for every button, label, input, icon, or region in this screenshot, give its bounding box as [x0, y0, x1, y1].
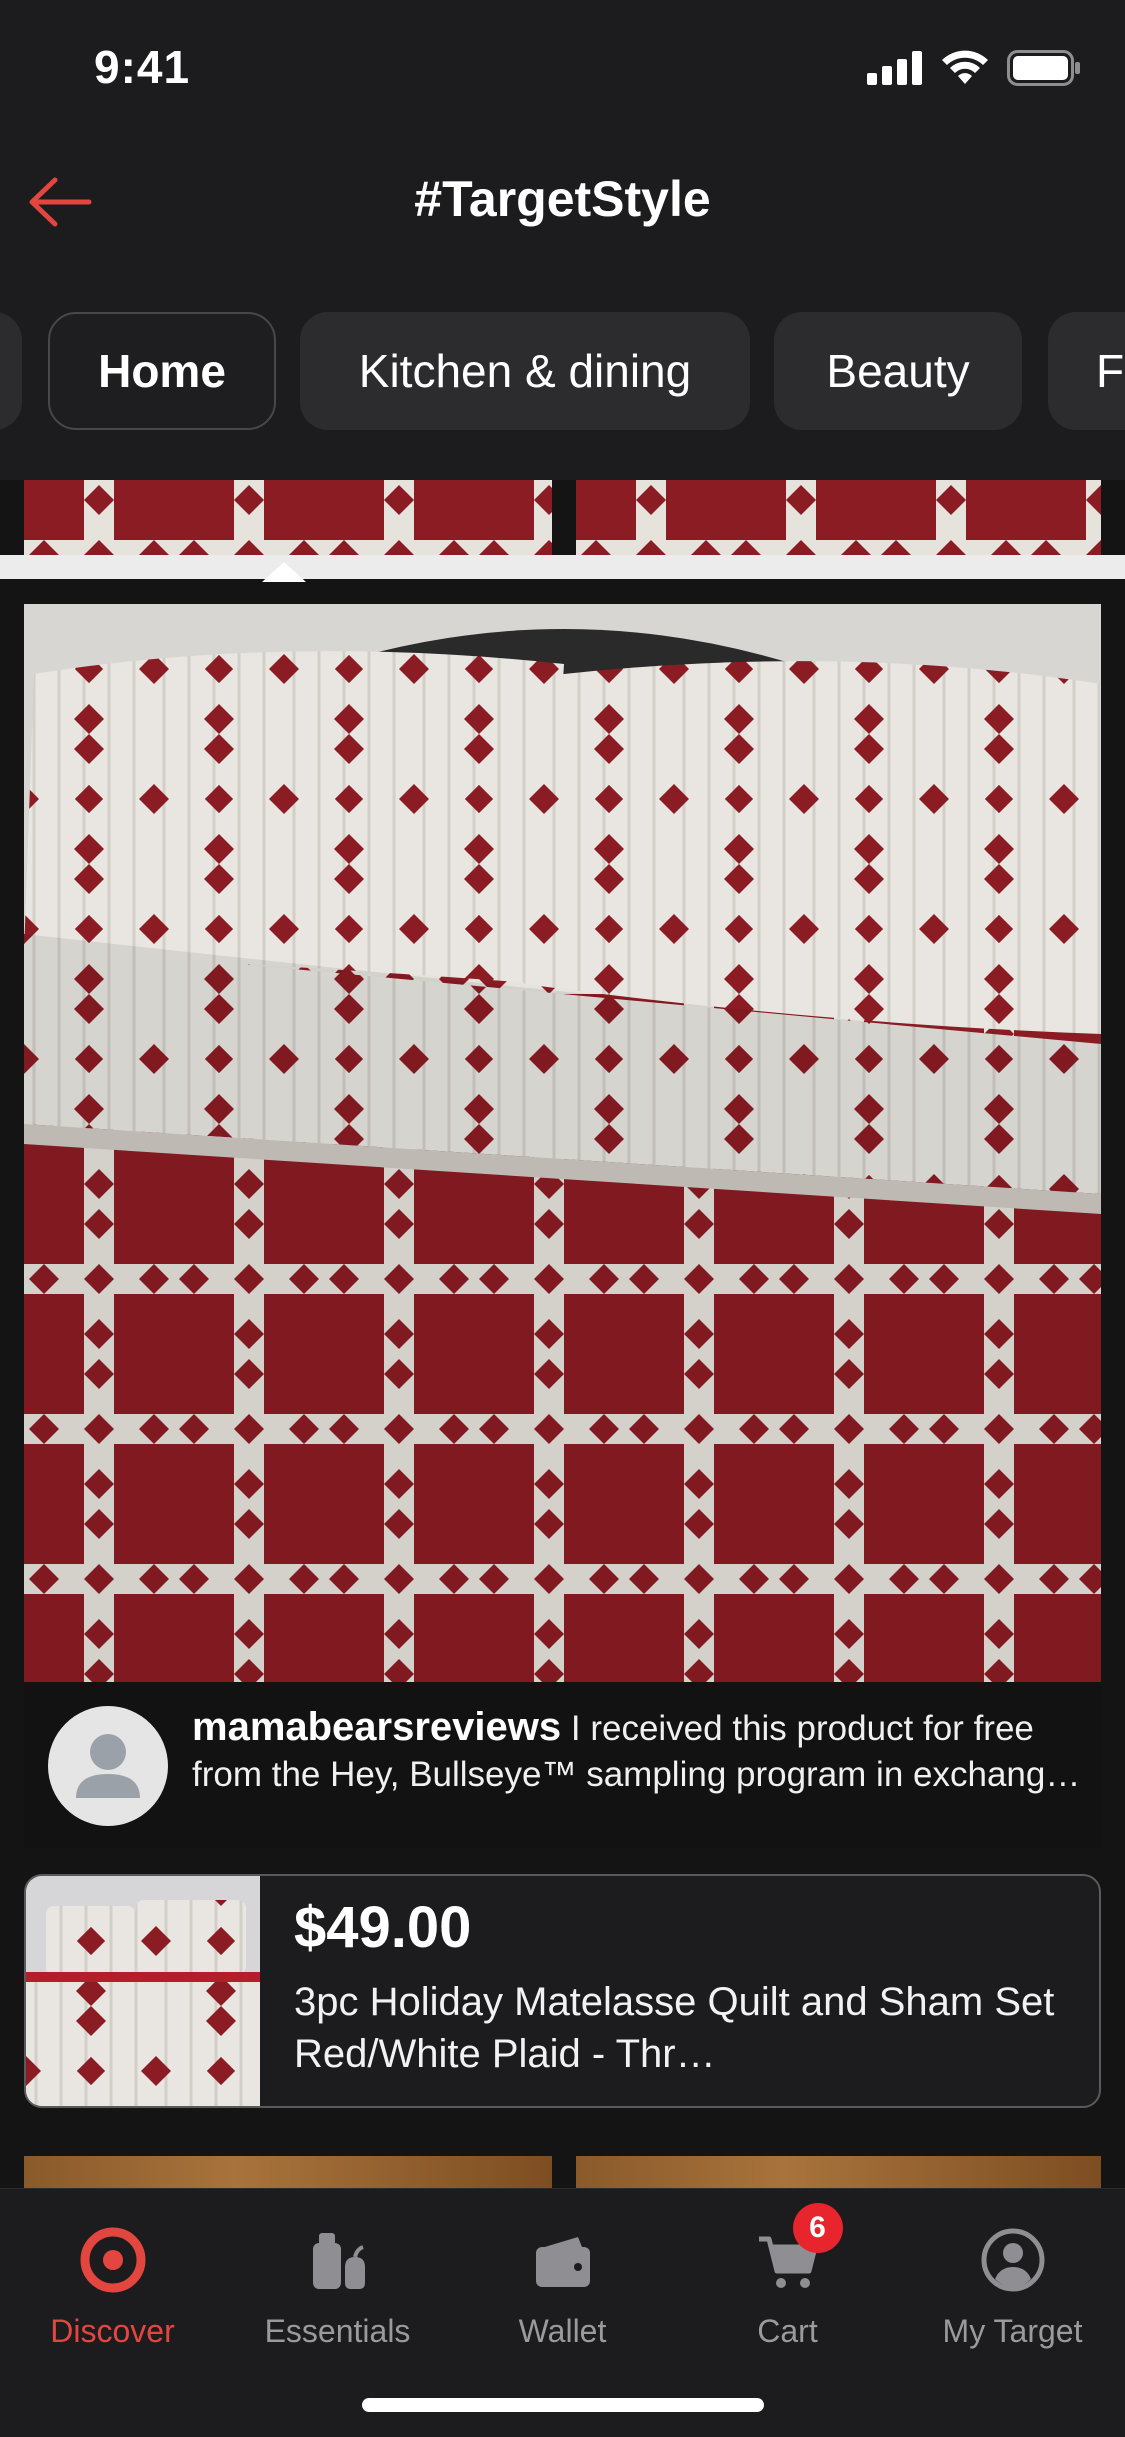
quilt-bed-photo — [24, 604, 1101, 1682]
review-snippet[interactable]: mamabearsreviews I received this product… — [24, 1682, 1101, 1848]
tab-my-target[interactable]: My Target — [900, 2211, 1125, 2361]
product-price: $49.00 — [294, 1895, 472, 1960]
top-thumbnail-row — [0, 480, 1125, 555]
target-bullseye-icon — [78, 2225, 148, 2295]
chip-label: Home — [98, 345, 226, 397]
tab-label: Wallet — [518, 2313, 607, 2349]
review-text-block: mamabearsreviews I received this product… — [192, 1704, 1082, 1798]
chip-home[interactable]: Home — [48, 312, 276, 430]
wifi-icon — [942, 50, 988, 84]
post-thumbnail[interactable] — [24, 2156, 552, 2188]
tab-label: Essentials — [264, 2313, 411, 2349]
status-time: 9:41 — [94, 41, 191, 93]
post-image[interactable] — [24, 604, 1101, 1682]
post-thumbnail[interactable] — [576, 2156, 1101, 2188]
account-icon — [978, 2225, 1048, 2295]
chip-kitchen-dining[interactable]: Kitchen & dining — [300, 312, 750, 430]
chip-beauty[interactable]: Beauty — [774, 312, 1022, 430]
tab-label: My Target — [942, 2313, 1083, 2349]
chip-furniture[interactable]: Fu — [1048, 312, 1125, 430]
chip-previous[interactable] — [0, 312, 22, 430]
cellular-signal-icon — [867, 51, 922, 85]
feed[interactable]: mamabearsreviews I received this product… — [0, 480, 1125, 2188]
cart-count-badge: 6 — [792, 2203, 843, 2253]
tab-label: Discover — [50, 2313, 175, 2349]
status-bar: 9:41 — [0, 0, 1125, 140]
product-image — [26, 1876, 260, 2106]
review-username[interactable]: mamabearsreviews — [192, 1705, 561, 1749]
bottom-thumbnail-row — [0, 2156, 1125, 2188]
tab-wallet[interactable]: Wallet — [450, 2211, 675, 2361]
tab-discover[interactable]: Discover — [0, 2211, 225, 2361]
tab-label: Cart — [757, 2313, 818, 2349]
quilt-thumbnail-image — [24, 480, 552, 555]
wallet-icon — [528, 2225, 598, 2295]
status-icons — [867, 50, 1081, 86]
page-title: #TargetStyle — [414, 171, 711, 227]
essentials-icon — [303, 2225, 373, 2295]
post-thumbnail[interactable] — [24, 480, 552, 555]
default-user-icon — [76, 1734, 140, 1798]
quilt-product-photo — [26, 1876, 260, 2106]
quilt-thumbnail-image — [576, 480, 1101, 555]
tab-essentials[interactable]: Essentials — [225, 2211, 450, 2361]
nav-bar: #TargetStyle — [0, 140, 1125, 260]
post-thumbnail[interactable] — [576, 480, 1101, 555]
cart-icon: 6 — [753, 2203, 843, 2295]
expanded-post-divider — [0, 555, 1125, 579]
chip-label: Kitchen & dining — [358, 345, 692, 397]
chip-label: Beauty — [826, 345, 970, 397]
category-chips: Home Kitchen & dining Beauty Fu — [0, 312, 1125, 432]
chip-label: Fu — [1096, 345, 1125, 397]
battery-icon — [1007, 50, 1080, 86]
expanded-post-pointer — [262, 562, 306, 582]
product-card[interactable]: $49.00 3pc Holiday Matelasse Quilt and S… — [24, 1874, 1101, 2108]
tab-cart[interactable]: 6 Cart — [675, 2203, 900, 2361]
avatar — [48, 1706, 168, 1826]
product-title: 3pc Holiday Matelasse Quilt and Sham Set… — [294, 1980, 1055, 2076]
home-indicator[interactable] — [362, 2398, 764, 2412]
